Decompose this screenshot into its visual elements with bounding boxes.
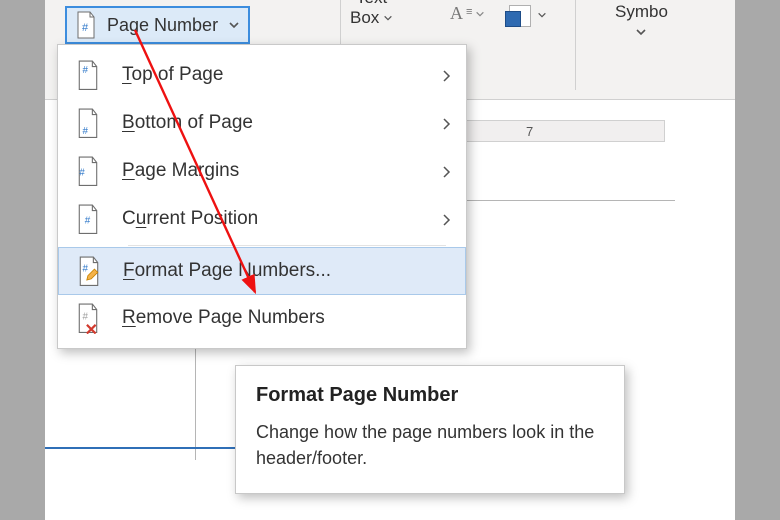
text-box-label-top: Text	[356, 0, 387, 8]
menu-item-label: Top of Page	[122, 64, 223, 86]
svg-text:#: #	[83, 65, 89, 76]
page-format-icon: #	[77, 256, 101, 286]
menu-item-current-position[interactable]: # Current Position	[58, 195, 466, 243]
tooltip-title: Format Page Number	[256, 384, 604, 407]
svg-text:#: #	[82, 263, 88, 274]
text-box-label-bottom: Box	[350, 8, 379, 28]
chevron-down-icon	[228, 19, 240, 31]
menu-item-label: Bottom of Page	[122, 112, 253, 134]
svg-text:#: #	[85, 216, 91, 227]
chevron-right-icon	[442, 165, 452, 179]
chevron-right-icon	[442, 213, 452, 227]
page-number-icon: #	[75, 11, 97, 39]
page-margins-icon: #	[76, 156, 100, 186]
group-separator	[575, 0, 576, 90]
chevron-down-icon	[537, 10, 547, 20]
menu-item-page-margins[interactable]: # Page Margins	[58, 147, 466, 195]
chevron-right-icon	[442, 117, 452, 131]
menu-item-label: Format Page Numbers...	[123, 260, 331, 282]
chevron-down-icon	[475, 9, 485, 19]
svg-text:#: #	[83, 311, 89, 322]
tooltip: Format Page Number Change how the page n…	[235, 365, 625, 494]
menu-item-label: Current Position	[122, 208, 258, 230]
svg-text:#: #	[82, 22, 89, 34]
svg-text:#: #	[79, 168, 85, 179]
menu-item-top-of-page[interactable]: # Top of Page	[58, 51, 466, 99]
svg-text:#: #	[83, 126, 89, 137]
menu-separator	[128, 245, 446, 246]
symbols-button[interactable]: Symbo	[615, 2, 668, 38]
menu-item-bottom-of-page[interactable]: # Bottom of Page	[58, 99, 466, 147]
app-stage: # Page Number Text Box A ≡	[45, 0, 735, 520]
ruler-number: 7	[526, 124, 533, 139]
footer-divider	[45, 447, 245, 449]
font-fill-button[interactable]: A ≡	[450, 3, 485, 24]
text-box-button[interactable]: Text Box	[350, 0, 393, 28]
menu-item-format-page-numbers[interactable]: # Format Page Numbers...	[58, 247, 466, 295]
content-control-button[interactable]	[505, 3, 547, 27]
chevron-down-icon	[383, 13, 393, 23]
content-control-icon	[505, 3, 533, 27]
symbols-label: Symbo	[615, 2, 668, 22]
chevron-right-icon	[442, 69, 452, 83]
page-number-button[interactable]: # Page Number	[65, 6, 250, 44]
page-remove-icon: #	[76, 303, 100, 333]
page-number-menu: # Top of Page # Bottom of Page # Page Ma…	[57, 44, 467, 349]
menu-item-remove-page-numbers[interactable]: # Remove Page Numbers	[58, 294, 466, 342]
menu-item-label: Remove Page Numbers	[122, 307, 325, 329]
menu-item-label: Page Margins	[122, 160, 239, 182]
font-fill-equals: ≡	[466, 6, 472, 18]
page-number-label: Page Number	[107, 15, 218, 36]
page-bottom-icon: #	[76, 108, 100, 138]
page-top-icon: #	[76, 60, 100, 90]
tooltip-body: Change how the page numbers look in the …	[256, 419, 604, 471]
chevron-down-icon	[635, 26, 647, 38]
page-current-icon: #	[76, 204, 100, 234]
font-fill-glyph: A	[450, 3, 463, 24]
